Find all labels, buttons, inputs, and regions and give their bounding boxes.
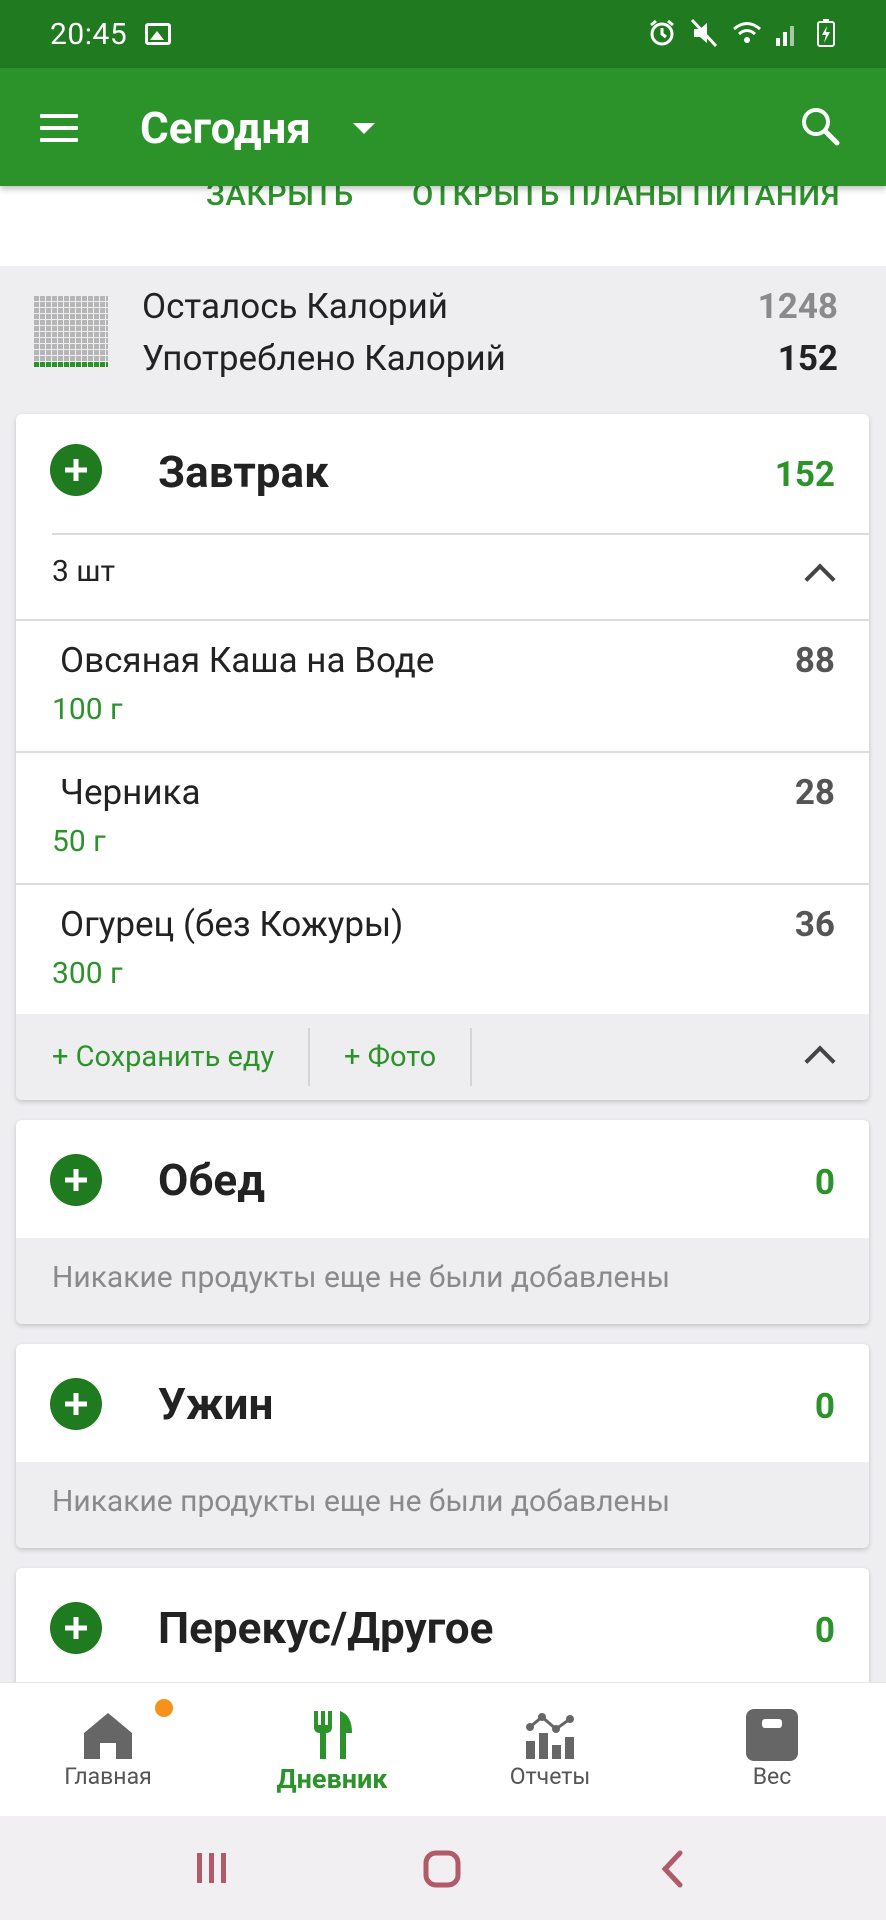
system-navigation-bar bbox=[0, 1816, 886, 1920]
back-icon[interactable] bbox=[658, 1850, 688, 1892]
lunch-empty-state: Никакие продукты еще не были добавлены bbox=[16, 1238, 869, 1324]
breakfast-title[interactable]: Завтрак bbox=[158, 446, 329, 498]
alarm-icon bbox=[648, 18, 674, 48]
save-food-button[interactable]: + Сохранить еду bbox=[52, 1040, 274, 1074]
dinner-calories: 0 bbox=[814, 1386, 835, 1427]
food-calories: 88 bbox=[794, 640, 835, 681]
collapse-footer-chevron-icon[interactable] bbox=[804, 1045, 836, 1077]
signal-icon bbox=[774, 18, 800, 48]
menu-icon[interactable] bbox=[40, 114, 78, 142]
date-selector-title[interactable]: Сегодня bbox=[140, 102, 311, 154]
remaining-calories-value: 1248 bbox=[757, 286, 838, 327]
home-icon bbox=[80, 1707, 136, 1763]
nav-home[interactable]: Главная bbox=[8, 1683, 208, 1817]
nav-weight-label: Вес bbox=[752, 1763, 792, 1790]
breakfast-calories: 152 bbox=[774, 454, 835, 495]
scale-icon bbox=[744, 1707, 800, 1763]
search-icon[interactable] bbox=[800, 106, 840, 146]
consumed-calories-label: Употреблено Калорий bbox=[142, 338, 506, 379]
snack-title[interactable]: Перекус/Другое bbox=[158, 1602, 493, 1654]
recent-apps-icon[interactable] bbox=[194, 1850, 230, 1890]
battery-icon bbox=[816, 18, 842, 48]
empty-message: Никакие продукты еще не были добавлены bbox=[52, 1484, 671, 1519]
breakfast-item-count: 3 шт bbox=[52, 554, 116, 589]
add-lunch-button[interactable] bbox=[50, 1154, 102, 1206]
remaining-calories-label: Осталось Калорий bbox=[142, 286, 448, 327]
nav-home-label: Главная bbox=[64, 1763, 152, 1790]
bottom-navigation: Главная Дневник Отчеты Вес bbox=[0, 1682, 886, 1816]
wifi-icon bbox=[732, 18, 761, 48]
empty-message: Никакие продукты еще не были добавлены bbox=[52, 1260, 671, 1295]
food-quantity: 50 г bbox=[52, 824, 106, 859]
meal-plans-banner: ЗАКРЫТЬ ОТКРЫТЬ ПЛАНЫ ПИТАНИЯ bbox=[0, 176, 886, 266]
reports-chart-icon bbox=[522, 1707, 578, 1763]
food-name: Черника bbox=[60, 772, 201, 813]
collapse-chevron-icon[interactable] bbox=[804, 563, 836, 595]
divider bbox=[16, 619, 869, 621]
dinner-title[interactable]: Ужин bbox=[158, 1378, 273, 1430]
nav-diary-label: Дневник bbox=[276, 1763, 388, 1795]
nav-diary[interactable]: Дневник bbox=[232, 1683, 432, 1817]
lunch-calories: 0 bbox=[814, 1162, 835, 1203]
status-icons bbox=[648, 18, 842, 48]
add-snack-button[interactable] bbox=[50, 1602, 102, 1654]
breakfast-footer: + Сохранить еду + Фото bbox=[16, 1014, 869, 1100]
status-bar: 20:45 bbox=[0, 0, 886, 68]
mute-icon bbox=[690, 18, 718, 48]
app-bar: Сегодня bbox=[0, 68, 886, 186]
calorie-grid-icon bbox=[34, 296, 108, 368]
divider bbox=[308, 1028, 310, 1086]
divider bbox=[16, 751, 869, 753]
nav-reports[interactable]: Отчеты bbox=[450, 1683, 650, 1817]
food-calories: 36 bbox=[794, 904, 835, 945]
lunch-title[interactable]: Обед bbox=[158, 1154, 265, 1206]
dinner-empty-state: Никакие продукты еще не были добавлены bbox=[16, 1462, 869, 1548]
snack-calories: 0 bbox=[814, 1610, 835, 1651]
food-name: Овсяная Каша на Воде bbox=[60, 640, 435, 681]
nav-reports-label: Отчеты bbox=[509, 1763, 591, 1790]
dropdown-caret-icon[interactable] bbox=[353, 123, 375, 134]
food-quantity: 300 г bbox=[52, 956, 123, 991]
consumed-calories-value: 152 bbox=[777, 338, 838, 379]
fork-knife-icon bbox=[304, 1707, 360, 1763]
food-name: Огурец (без Кожуры) bbox=[60, 904, 404, 945]
add-photo-button[interactable]: + Фото bbox=[344, 1040, 436, 1074]
status-time: 20:45 bbox=[50, 16, 128, 52]
divider bbox=[470, 1028, 472, 1086]
image-notification-icon bbox=[145, 23, 172, 45]
divider bbox=[16, 883, 869, 885]
home-button-icon[interactable] bbox=[423, 1850, 461, 1892]
add-dinner-button[interactable] bbox=[50, 1378, 102, 1430]
dinner-card: Ужин 0 Никакие продукты еще не были доба… bbox=[16, 1344, 869, 1548]
calorie-summary[interactable]: Осталось Калорий 1248 Употреблено Калори… bbox=[0, 266, 886, 386]
food-calories: 28 bbox=[794, 772, 835, 813]
food-quantity: 100 г bbox=[52, 692, 123, 727]
add-breakfast-button[interactable] bbox=[50, 444, 102, 496]
divider bbox=[52, 533, 869, 535]
breakfast-card: Завтрак 152 3 шт Овсяная Каша на Воде 88… bbox=[16, 414, 869, 1100]
notification-dot bbox=[155, 1699, 173, 1717]
lunch-card: Обед 0 Никакие продукты еще не были доба… bbox=[16, 1120, 869, 1324]
nav-weight[interactable]: Вес bbox=[672, 1683, 872, 1817]
